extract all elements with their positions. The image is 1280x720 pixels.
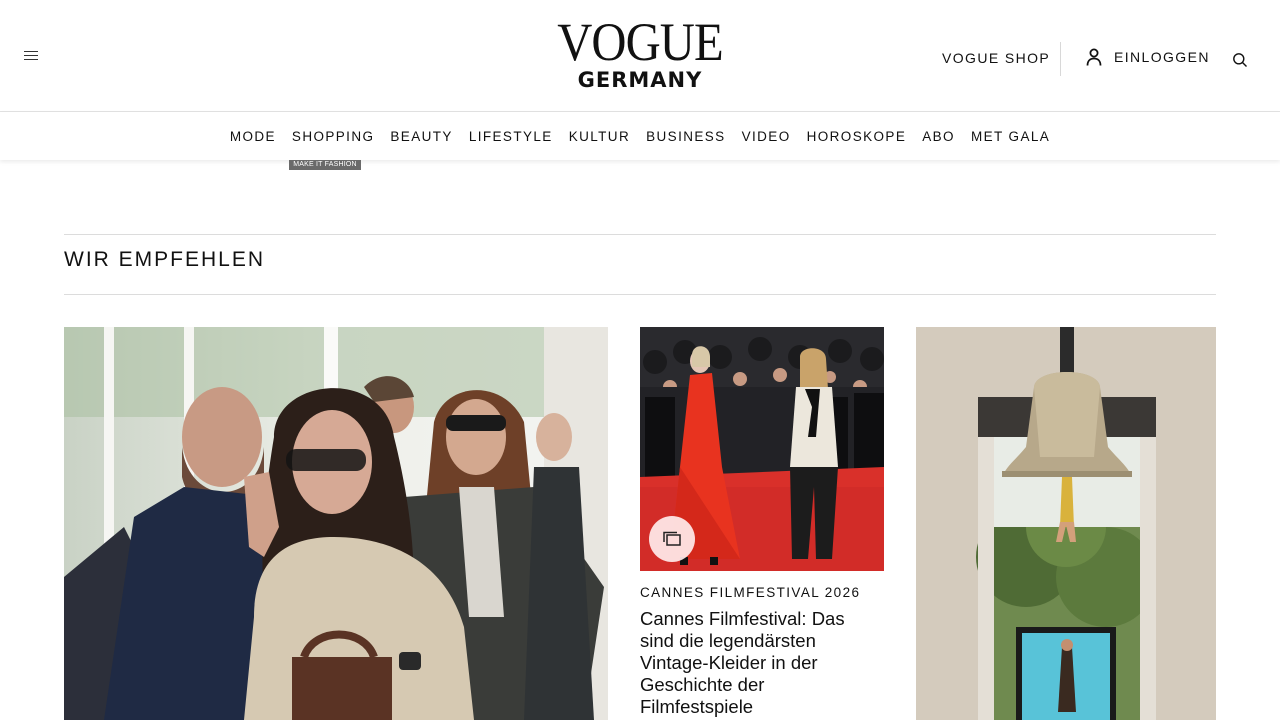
user-icon [1086,48,1102,66]
card-image-celebrity-arrival[interactable] [64,327,608,720]
article-kicker[interactable]: CANNES FILMFESTIVAL 2026 [640,585,860,600]
section-title: WIR EMPFEHLEN [64,248,266,271]
vogue-germany-logo[interactable]: VOGUE GERMANY [520,12,760,92]
main-navigation: MODE SHOPPING BEAUTY LIFESTYLE KULTUR BU… [0,112,1280,160]
vogue-shop-link[interactable]: VOGUE SHOP [942,50,1050,66]
gallery-icon [663,531,681,546]
celebrity-arrival-photo [64,327,608,720]
nav-item-business[interactable]: BUSINESS [638,129,733,144]
gallery-button[interactable] [649,516,695,562]
login-button[interactable]: EINLOGGEN [1086,48,1210,66]
logo-subtitle: GERMANY [577,68,703,92]
section-divider-top [64,234,1216,235]
nav-item-kultur[interactable]: KULTUR [561,129,638,144]
logo-wordmark: VOGUE [557,12,723,72]
nav-item-shopping[interactable]: SHOPPING [284,129,382,144]
section-divider-bottom [64,294,1216,295]
nav-item-beauty[interactable]: BEAUTY [382,129,460,144]
ad-label[interactable]: MAKE IT FASHION [289,160,361,170]
bell-installation-photo [916,327,1216,720]
nav-item-met-gala[interactable]: MET GALA [963,129,1058,144]
nav-item-video[interactable]: VIDEO [734,129,799,144]
card-image-bell-installation[interactable] [916,327,1216,720]
hamburger-menu-icon[interactable] [24,48,40,64]
nav-item-mode[interactable]: MODE [222,129,284,144]
nav-item-horoskope[interactable]: HOROSKOPE [799,129,915,144]
nav-item-abo[interactable]: ABO [914,129,963,144]
header-divider [1060,42,1061,76]
nav-item-lifestyle[interactable]: LIFESTYLE [461,129,561,144]
search-icon[interactable] [1232,52,1248,68]
article-headline[interactable]: Cannes Filmfestival: Das sind die legend… [640,608,880,718]
login-label: EINLOGGEN [1114,49,1210,65]
site-header: VOGUE GERMANY VOGUE SHOP EINLOGGEN [0,0,1280,112]
